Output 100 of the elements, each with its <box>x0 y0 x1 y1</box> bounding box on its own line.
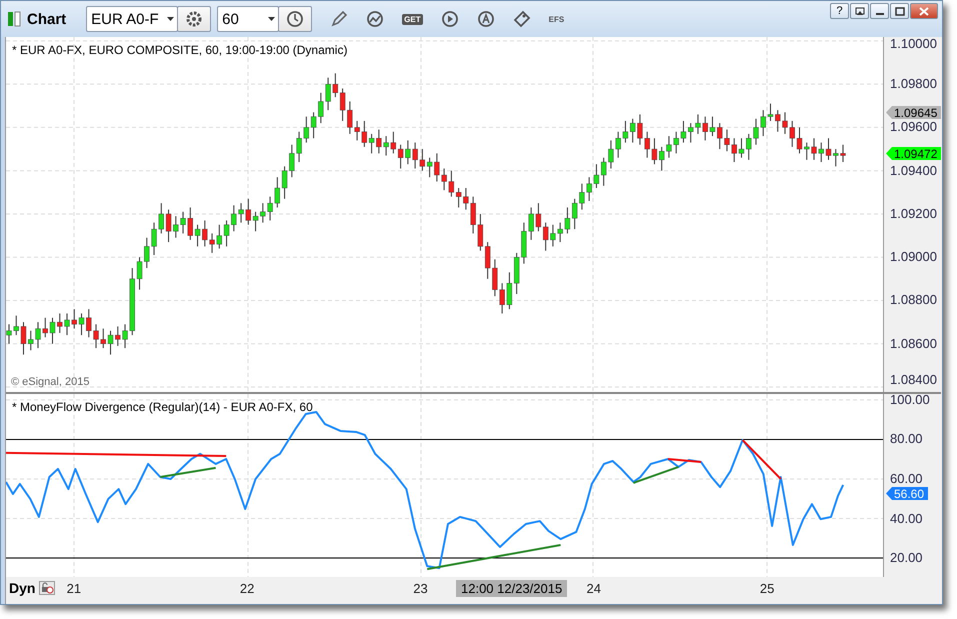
candlestick <box>695 114 701 134</box>
candlestick <box>64 312 70 336</box>
candlestick <box>790 120 795 148</box>
chart-title: * EUR A0-FX, EURO COMPOSITE, 60, 19:00-19:00 (Dynamic) <box>12 43 348 57</box>
clock-icon[interactable] <box>286 10 304 28</box>
caret-icon[interactable] <box>167 17 174 21</box>
dock-button[interactable] <box>850 3 869 19</box>
play-icon[interactable] <box>440 10 459 28</box>
candlestick <box>100 328 106 349</box>
candlestick <box>130 268 135 336</box>
divergence-line <box>742 439 782 480</box>
candlestick <box>72 308 77 330</box>
candlestick <box>826 138 832 160</box>
settings-button[interactable] <box>177 6 212 32</box>
candlestick <box>35 322 41 349</box>
indicator-axis-label: 80.00 <box>890 432 923 446</box>
candlestick <box>20 322 26 356</box>
tag-icon[interactable] <box>512 10 531 28</box>
candlestick <box>158 202 164 234</box>
alert-circle-icon[interactable] <box>476 10 495 28</box>
candlestick <box>652 138 658 165</box>
time-axis-label: 23 <box>413 581 428 596</box>
efs-button[interactable]: EFS <box>548 14 564 24</box>
indicator-axis-label: 40.00 <box>890 512 923 526</box>
app-logo-icon <box>7 11 21 27</box>
candlestick <box>732 138 737 163</box>
candlestick <box>57 312 62 334</box>
candlestick <box>122 324 128 349</box>
candlestick <box>637 114 643 146</box>
dynamic-mode-label: Dyn <box>9 580 36 596</box>
symbol-field[interactable]: EUR A0-F <box>86 6 178 32</box>
price-axis-label: 1.09800 <box>890 77 937 92</box>
candlestick <box>93 324 99 349</box>
pencil-icon[interactable] <box>330 10 348 28</box>
candlestick <box>760 110 766 137</box>
candlestick <box>14 315 19 336</box>
candlestick <box>115 326 120 346</box>
maximize-icon[interactable] <box>894 6 904 16</box>
time-axis-label: 24 <box>586 581 602 596</box>
indicator-axis-label: 20.00 <box>890 551 923 566</box>
get-button[interactable]: GET <box>402 14 423 24</box>
candlestick <box>209 232 215 254</box>
candlestick <box>173 216 178 238</box>
candlestick <box>180 211 186 234</box>
candlestick <box>775 110 780 132</box>
price-axis-label: 1.09400 <box>890 164 937 178</box>
candlestick <box>674 131 679 154</box>
candlestick <box>42 317 48 338</box>
candlestick <box>78 312 84 336</box>
candlestick <box>50 317 56 344</box>
candlestick <box>166 209 172 243</box>
clock-button[interactable] <box>278 6 312 32</box>
price-axis-label: 1.09000 <box>890 250 937 264</box>
price-axis-label: 1.09200 <box>890 206 937 221</box>
caret-icon[interactable] <box>268 17 276 21</box>
price-axis-label: 1.08600 <box>890 336 937 351</box>
candlestick <box>151 222 157 256</box>
price-axis-label: 1.08800 <box>890 293 937 308</box>
candlestick <box>688 122 694 144</box>
candlestick <box>724 129 730 152</box>
time-axis-label: 21 <box>66 581 82 596</box>
indicator-axis-label: 100.00 <box>890 392 930 407</box>
candlestick <box>818 142 824 163</box>
minimize-button[interactable] <box>870 3 889 19</box>
candlestick <box>144 237 150 269</box>
time-axis-label: 22 <box>240 581 254 596</box>
candlestick <box>833 148 838 167</box>
gear-icon[interactable] <box>185 10 204 28</box>
candlestick <box>796 126 802 154</box>
divergence-line <box>668 458 702 463</box>
candlestick <box>28 330 34 351</box>
price-tag: 1.09472 <box>886 147 942 160</box>
cursor-time-label: 12:00 12/23/2015 <box>456 580 568 597</box>
chart-circle-icon[interactable] <box>366 10 384 28</box>
candlestick <box>136 256 142 290</box>
dock-icon[interactable] <box>854 6 864 16</box>
help-button[interactable]: ? <box>830 3 849 19</box>
candlestick <box>811 138 817 160</box>
indicator-axis-label: 60.00 <box>890 472 923 486</box>
candlestick <box>108 330 114 356</box>
interval-field[interactable]: 60 <box>217 6 280 32</box>
lock-clock-icon[interactable] <box>39 581 55 595</box>
copyright-text: © eSignal, 2015 <box>11 376 90 388</box>
candlestick <box>666 136 672 158</box>
close-button[interactable] <box>910 3 938 19</box>
candlestick <box>194 224 200 247</box>
close-icon[interactable] <box>919 6 929 16</box>
divergence-line <box>633 466 679 484</box>
candlestick <box>188 206 193 240</box>
candlestick <box>644 131 650 158</box>
maximize-button[interactable] <box>890 3 909 19</box>
candlestick <box>6 324 12 344</box>
time-axis-label: 25 <box>760 581 774 596</box>
price-axis-label: 1.08400 <box>890 373 937 387</box>
candlestick <box>746 133 752 160</box>
indicator-title: * MoneyFlow Divergence (Regular)(14) - EUR A0-FX, 60 <box>12 400 313 414</box>
candlestick <box>738 138 744 158</box>
candlestick <box>717 122 722 150</box>
price-axis-label: 1.10000 <box>890 37 937 51</box>
candlestick <box>768 103 774 122</box>
